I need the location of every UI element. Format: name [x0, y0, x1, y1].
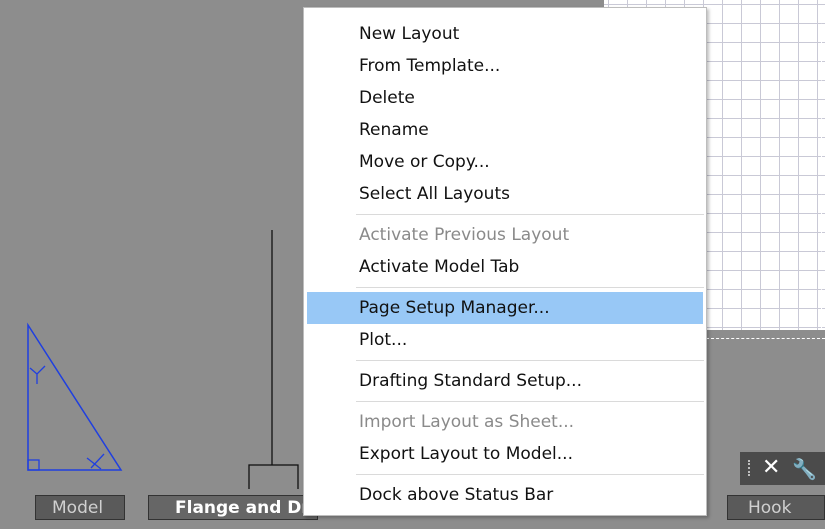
drawing-angle-mark-bottom [86, 453, 105, 470]
menu-separator [356, 474, 704, 475]
tab-hook[interactable]: Hook [727, 495, 825, 520]
menu-item-activate-model-tab[interactable]: Activate Model Tab [304, 251, 706, 283]
drawing-triangle [27, 322, 123, 471]
menu-item-dock-above-status-bar[interactable]: Dock above Status Bar [304, 479, 706, 511]
drawing-right-angle-mark [27, 459, 40, 471]
menu-item-page-setup-manager[interactable]: Page Setup Manager... [307, 292, 703, 324]
floating-mini-toolbar: ✕ 🔧 [740, 452, 825, 485]
menu-item-new-layout[interactable]: New Layout [304, 18, 706, 50]
close-icon[interactable]: ✕ [762, 454, 780, 482]
menu-separator [356, 287, 704, 288]
menu-item-select-all-layouts[interactable]: Select All Layouts [304, 178, 706, 210]
menu-separator [356, 360, 704, 361]
menu-item-import-layout-as-sheet: Import Layout as Sheet... [359, 412, 575, 432]
menu-separator [356, 214, 704, 215]
menu-item-rename[interactable]: Rename [304, 114, 706, 146]
menu-item-plot[interactable]: Plot... [304, 324, 706, 356]
menu-item-export-layout-to-model[interactable]: Export Layout to Model... [304, 438, 706, 470]
tab-model[interactable]: Model [35, 495, 125, 520]
drawing-angle-mark-top [29, 365, 46, 384]
tab-flange-and-drawing[interactable]: Flange and Dr [148, 495, 318, 520]
menu-item-delete[interactable]: Delete [304, 82, 706, 114]
menu-item-activate-previous-layout: Activate Previous Layout [359, 225, 570, 245]
layout-context-menu: New Layout From Template... Delete Renam… [303, 7, 707, 516]
drawing-post-base [248, 464, 299, 491]
menu-item-drafting-standard-setup[interactable]: Drafting Standard Setup... [304, 365, 706, 397]
wrench-icon[interactable]: 🔧 [792, 455, 817, 483]
grip-handle-icon[interactable] [748, 460, 754, 476]
menu-item-move-or-copy[interactable]: Move or Copy... [304, 146, 706, 178]
menu-separator [356, 401, 704, 402]
menu-item-from-template[interactable]: From Template... [304, 50, 706, 82]
